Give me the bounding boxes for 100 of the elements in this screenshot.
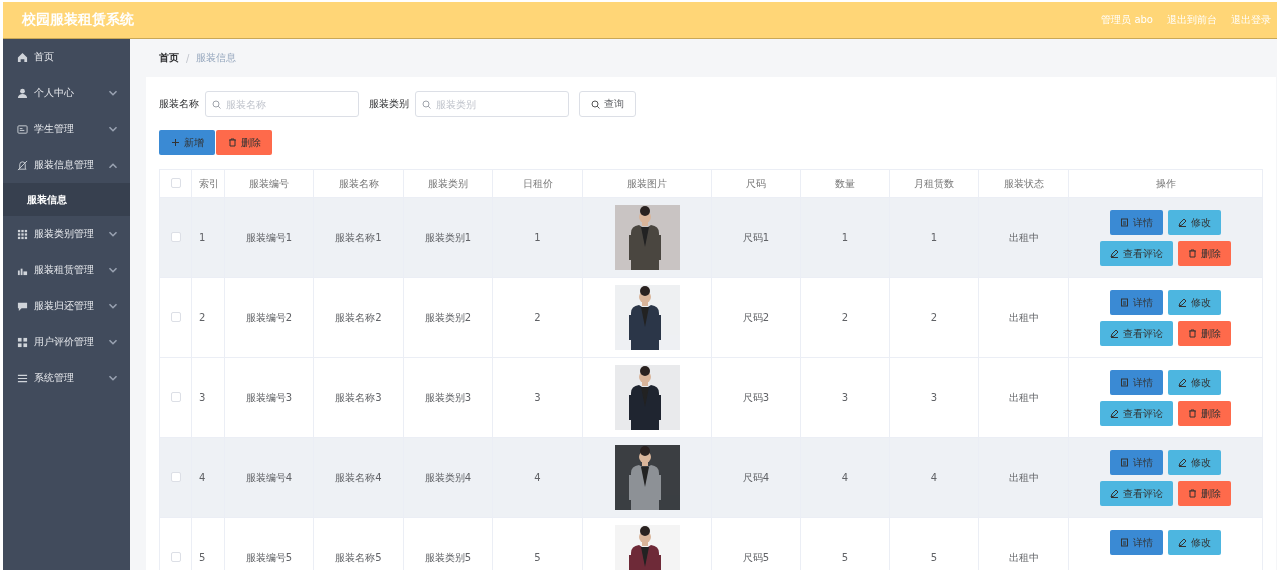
column-header: 服装类别 (428, 177, 468, 189)
trash-icon (1188, 409, 1197, 418)
menu-item[interactable]: 用户评价管理 (3, 324, 130, 360)
table-cell: 5 (841, 552, 849, 563)
table-cell: 5 (534, 552, 541, 563)
table-cell: 服装名称5 (335, 551, 382, 563)
document-icon (1120, 538, 1129, 547)
table-cell: 服装编号5 (245, 551, 293, 563)
apps-icon (17, 336, 28, 348)
details-button[interactable]: 详情 (1110, 530, 1163, 555)
table-cell: 2 (841, 312, 849, 323)
menu-item[interactable]: 学生管理 (3, 111, 130, 147)
view-comments-button[interactable]: 查看评论 (1100, 241, 1173, 266)
table-cell: 5 (199, 552, 206, 563)
view-comments-button[interactable]: 查看评论 (1100, 401, 1173, 426)
table-cell: 服装类别1 (424, 231, 472, 243)
menu-item[interactable]: 服装租赁管理 (3, 252, 130, 288)
chevron-down-icon (108, 266, 118, 274)
menu-item[interactable]: 个人中心 (3, 75, 130, 111)
edit-button[interactable]: 修改 (1168, 370, 1221, 395)
table-cell: 尺码5 (742, 551, 770, 563)
search-icon (212, 99, 221, 109)
menu-item[interactable]: 服装类别管理 (3, 216, 130, 252)
id-card-icon (17, 123, 28, 135)
submenu-item[interactable]: 服装信息 (3, 183, 130, 216)
home-icon (17, 51, 28, 63)
view-comments-button[interactable]: 查看评论 (1100, 481, 1173, 506)
checkbox[interactable] (170, 551, 181, 562)
view-comments-button[interactable]: 查看评论 (1100, 321, 1173, 346)
table-cell: 尺码4 (742, 471, 770, 483)
add-button[interactable]: 新增 (159, 130, 215, 155)
table-cell: 4 (930, 472, 938, 483)
details-button[interactable]: 详情 (1110, 450, 1163, 475)
table-cell: 服装名称2 (335, 311, 382, 323)
table-cell: 2 (930, 312, 938, 323)
document-icon (1120, 458, 1129, 467)
checkbox[interactable] (170, 311, 181, 322)
table-cell: 4 (841, 472, 849, 483)
pencil-icon (1110, 329, 1119, 338)
checkbox[interactable] (170, 391, 181, 402)
trash-icon (1188, 329, 1197, 338)
delete-button[interactable]: 删除 (216, 130, 272, 155)
breadcrumb-separator: / (186, 52, 190, 64)
search-field[interactable]: 服装名称 (205, 91, 359, 117)
menu-icon (17, 372, 28, 384)
pencil-icon (1110, 409, 1119, 418)
column-header: 日租价 (522, 177, 553, 189)
edit-button[interactable]: 修改 (1168, 290, 1221, 315)
table-cell: 服装编号2 (245, 311, 293, 323)
delete-button[interactable]: 删除 (1178, 321, 1231, 346)
field-label: 服装名称 (159, 97, 199, 111)
delete-button[interactable]: 删除 (1178, 481, 1231, 506)
table-cell: 2 (534, 312, 541, 323)
column-header: 索引 (199, 177, 219, 189)
edit-button[interactable]: 修改 (1168, 210, 1221, 235)
menu-item[interactable]: 服装信息管理 (3, 147, 130, 183)
pencil-icon (1178, 458, 1187, 467)
pencil-icon (1178, 218, 1187, 227)
column-header: 服装名称 (338, 177, 379, 189)
delete-button[interactable]: 删除 (1178, 401, 1231, 426)
column-header: 操作 (1155, 177, 1176, 189)
search-icon (422, 99, 431, 109)
pencil-icon (1178, 538, 1187, 547)
search-button[interactable]: 查询 (579, 91, 636, 117)
menu-item[interactable]: 系统管理 (3, 360, 130, 396)
chevron-down-icon (108, 89, 118, 97)
document-icon (1120, 298, 1129, 307)
table-cell: 1 (930, 232, 938, 243)
pencil-icon (1110, 249, 1119, 258)
table-cell: 出租中 (1008, 391, 1039, 403)
column-header: 月租赁数 (914, 177, 954, 189)
checkbox[interactable] (170, 231, 181, 242)
table-cell: 出租中 (1008, 231, 1039, 243)
table-cell: 3 (199, 392, 206, 403)
menu-item[interactable]: 首页 (3, 39, 130, 75)
delete-button[interactable]: 删除 (1178, 241, 1231, 266)
breadcrumb-item[interactable]: 首页 (159, 51, 179, 65)
document-icon (1120, 218, 1129, 227)
table-cell: 出租中 (1008, 471, 1039, 483)
table-cell: 服装名称3 (335, 391, 382, 403)
app-title: 校园服装租赁系统 (22, 11, 134, 29)
checkbox[interactable] (170, 177, 181, 188)
column-header: 服装编号 (249, 177, 289, 189)
table-cell: 出租中 (1008, 311, 1039, 323)
bell-icon (17, 159, 28, 171)
search-icon (591, 99, 600, 109)
table-cell: 1 (841, 232, 849, 243)
checkbox[interactable] (170, 471, 181, 482)
menu-item[interactable]: 服装归还管理 (3, 288, 130, 324)
trash-icon (1188, 249, 1197, 258)
table-cell: 服装名称1 (335, 231, 382, 243)
table-cell: 服装类别4 (424, 471, 472, 483)
details-button[interactable]: 详情 (1110, 290, 1163, 315)
edit-button[interactable]: 修改 (1168, 530, 1221, 555)
details-button[interactable]: 详情 (1110, 370, 1163, 395)
edit-button[interactable]: 修改 (1168, 450, 1221, 475)
chevron-down-icon (108, 230, 118, 238)
details-button[interactable]: 详情 (1110, 210, 1163, 235)
chevron-down-icon (108, 374, 118, 382)
table-cell: 尺码3 (742, 391, 770, 403)
